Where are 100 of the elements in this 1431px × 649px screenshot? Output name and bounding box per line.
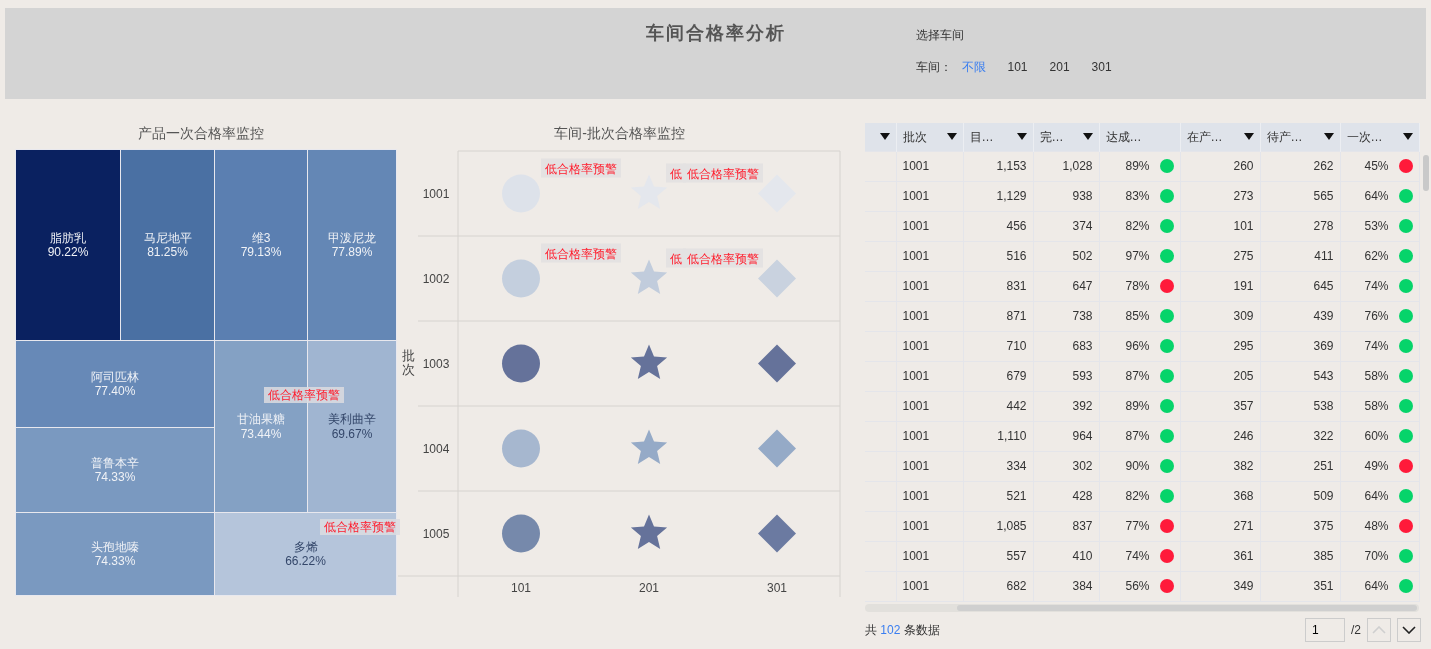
table-cell: 295: [1180, 331, 1260, 361]
table-cell: 509: [1260, 481, 1340, 511]
table-cell: 76%: [1340, 301, 1419, 331]
caret-icon[interactable]: [1243, 133, 1254, 141]
table-cell: 70%: [1340, 541, 1419, 571]
table-cell: 1001: [896, 391, 963, 421]
table-cell: 246: [1180, 421, 1260, 451]
caret-icon[interactable]: [879, 133, 890, 141]
table-cell: 309: [1180, 301, 1260, 331]
warning-label: 低合格率预警: [320, 519, 400, 536]
caret-icon[interactable]: [1082, 133, 1093, 141]
record-count: 共 102 条数据: [865, 621, 940, 639]
table-cell: 262: [1260, 151, 1340, 181]
table-cell: 831: [963, 271, 1033, 301]
table-cell: 411: [1260, 241, 1340, 271]
column-header[interactable]: 待产…: [1260, 123, 1340, 151]
table-cell: 83%: [1099, 181, 1180, 211]
table-cell: 593: [1033, 361, 1099, 391]
table-cell: 62%: [1340, 241, 1419, 271]
table-cell: 74%: [1340, 271, 1419, 301]
caret-icon[interactable]: [1016, 133, 1027, 141]
table-cell: 96%: [1099, 331, 1180, 361]
tile-label: 多烯: [293, 539, 318, 554]
table-cell: 1001: [896, 361, 963, 391]
filter-option[interactable]: 101: [1007, 58, 1028, 76]
table-cell: 251: [1260, 451, 1340, 481]
caret-icon[interactable]: [1323, 133, 1334, 141]
tile-label: 马尼地平: [143, 230, 192, 245]
table-cell: 60%: [1340, 421, 1419, 451]
filter-option[interactable]: 301: [1091, 58, 1112, 76]
table-cell: 49%: [1340, 451, 1419, 481]
table-cell: 1001: [896, 571, 963, 601]
table-cell: 1001: [896, 211, 963, 241]
table-cell: 1001: [896, 151, 963, 181]
table-cell: 275: [1180, 241, 1260, 271]
warning-label: 低合格率预警: [541, 158, 621, 178]
warning-label: 低合格率预警: [541, 243, 621, 263]
column-header[interactable]: 在产…: [1180, 123, 1260, 151]
table-cell: 1001: [896, 421, 963, 451]
column-header[interactable]: 一次…: [1340, 123, 1419, 151]
axis-label: 101: [511, 581, 531, 595]
table-cell: 428: [1033, 481, 1099, 511]
table-cell: 543: [1260, 361, 1340, 391]
table-cell: 938: [1033, 181, 1099, 211]
table-cell: 374: [1033, 211, 1099, 241]
table-cell: 85%: [1099, 301, 1180, 331]
table-cell: 456: [963, 211, 1033, 241]
horizontal-scrollbar[interactable]: [865, 603, 1419, 612]
table-cell: 48%: [1340, 511, 1419, 541]
tile-value: 81.25%: [147, 245, 188, 260]
column-header[interactable]: 达成…: [1099, 123, 1180, 151]
page-count: /2: [1351, 621, 1361, 639]
filter-option[interactable]: 201: [1049, 58, 1070, 76]
filter-heading: 选择车间: [915, 27, 965, 44]
table-cell: 710: [963, 331, 1033, 361]
table-cell: 58%: [1340, 361, 1419, 391]
table-cell: 647: [1033, 271, 1099, 301]
table-cell: 90%: [1099, 451, 1180, 481]
next-page-button[interactable]: [1397, 617, 1421, 642]
tile-value: 73.44%: [240, 426, 282, 441]
table-cell: 87%: [1099, 421, 1180, 451]
column-header[interactable]: [865, 123, 896, 151]
table-cell: 87%: [1099, 361, 1180, 391]
table-cell: 89%: [1099, 151, 1180, 181]
table-cell: 1,028: [1033, 151, 1099, 181]
table-cell: 645: [1260, 271, 1340, 301]
column-header[interactable]: 完…: [1033, 123, 1099, 151]
axis-label: 1002: [422, 271, 450, 286]
vertical-scrollbar[interactable]: [1423, 155, 1429, 191]
tile-value: 74.33%: [94, 470, 136, 485]
table-cell: 557: [963, 541, 1033, 571]
filter-label: 车间：: [915, 59, 952, 76]
chevron-down-icon: [1402, 625, 1416, 634]
page-field[interactable]: 1: [1305, 617, 1345, 642]
table-cell: 260: [1180, 151, 1260, 181]
tile-value: 79.13%: [240, 245, 282, 260]
table-cell: 97%: [1099, 241, 1180, 271]
table-cell: 302: [1033, 451, 1099, 481]
table-cell: 53%: [1340, 211, 1419, 241]
table-cell: 357: [1180, 391, 1260, 421]
table-cell: 1,085: [963, 511, 1033, 541]
table-cell: 77%: [1099, 511, 1180, 541]
table-cell: 1,110: [963, 421, 1033, 451]
chevron-up-icon: [1372, 625, 1386, 634]
table-cell: 1,153: [963, 151, 1033, 181]
table-cell: 964: [1033, 421, 1099, 451]
caret-icon[interactable]: [946, 133, 957, 141]
table-cell: 74%: [1340, 331, 1419, 361]
caret-icon[interactable]: [1402, 133, 1413, 141]
column-header[interactable]: 目…: [963, 123, 1033, 151]
table-cell: 516: [963, 241, 1033, 271]
axis-label: 1004: [422, 441, 450, 456]
table-cell: 205: [1180, 361, 1260, 391]
table-cell: 871: [963, 301, 1033, 331]
table-cell: 382: [1180, 451, 1260, 481]
table-cell: 56%: [1099, 571, 1180, 601]
table-cell: 64%: [1340, 481, 1419, 511]
table-cell: 375: [1260, 511, 1340, 541]
column-header[interactable]: 批次: [896, 123, 963, 151]
table-cell: 361: [1180, 541, 1260, 571]
